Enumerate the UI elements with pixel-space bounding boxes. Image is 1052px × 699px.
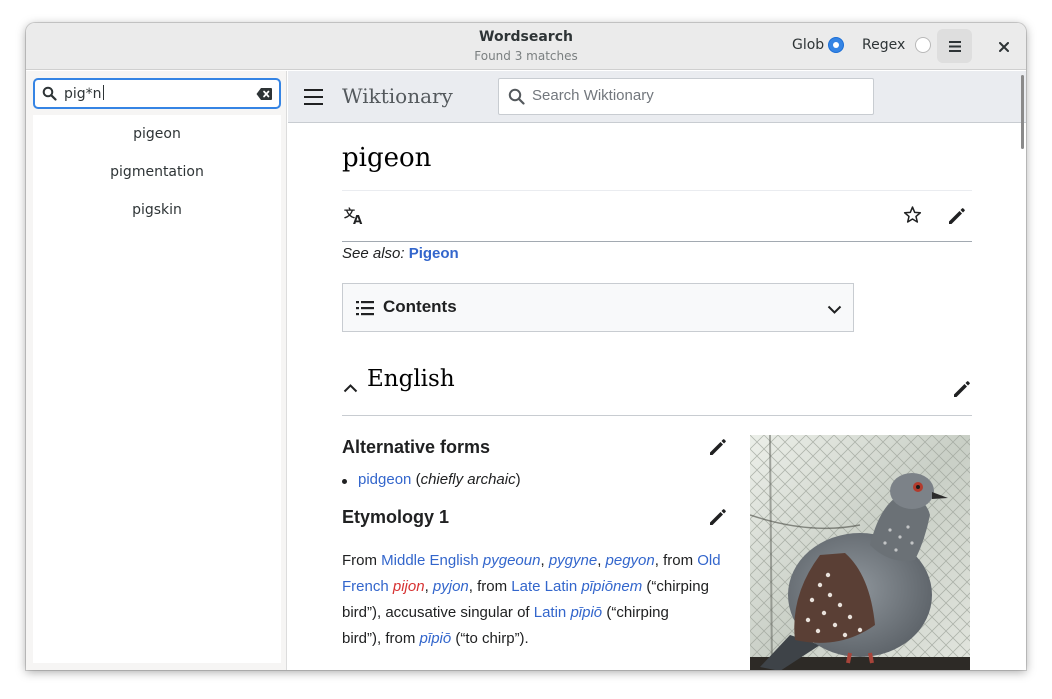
text: , from [654,552,698,569]
pipionem-link[interactable]: pīpiōnem [581,578,642,595]
section-english-heading: English [367,366,455,392]
text: , from [468,578,512,595]
latin-link[interactable]: Latin [534,604,567,621]
wiki-menu-icon[interactable] [304,89,324,109]
close-button[interactable] [989,29,1019,63]
word: pygyne [548,552,598,569]
usage-note: chiefly archaic [420,471,516,488]
list-icon [356,300,374,321]
pipio-link[interactable]: pīpiō [570,604,602,621]
text-caret [102,85,104,100]
see-also: See also: Pigeon [342,245,459,262]
text: , [424,578,433,595]
pygeoun-link[interactable]: pygeoun [483,552,541,569]
wiktionary-logo[interactable]: Wiktionary [342,84,453,108]
chevron-up-icon [343,380,358,398]
pigeon-photo[interactable] [750,435,970,670]
glob-label: Glob [792,37,825,53]
search-text: pig*n [64,85,104,102]
see-also-link[interactable]: Pigeon [409,245,459,262]
text-line: bird”), accusative singular of Latin pīp… [342,600,734,626]
list-item: pidgeon (chiefly archaic) [358,471,521,488]
page-title: pigeon [342,143,432,173]
pyjon-link[interactable]: pyjon [433,578,469,595]
text-line: From Middle English pygeoun, pygyne, peg… [342,548,734,574]
paren: ) [515,471,521,488]
bullet [342,479,347,484]
edit-pencil-icon[interactable] [947,206,967,231]
word-search-input[interactable]: pig*n [33,78,281,109]
edit-pencil-icon[interactable] [708,507,728,532]
search-value: pig*n [64,86,102,102]
text-line: French pijon, pyjon, from Late Latin pīp… [342,574,734,600]
wiktionary-header: Wiktionary [288,71,1026,123]
glob-radio[interactable] [828,37,845,53]
old-french-link-part2[interactable]: French [342,578,389,595]
wiktionary-search-box[interactable] [498,78,874,115]
word: pīpiōnem [581,578,643,595]
text: , [597,552,606,569]
regex-radio-option[interactable]: Regex [862,37,932,53]
watch-star-icon[interactable] [902,205,923,230]
glob-radio-option[interactable]: Glob [792,37,845,53]
table-of-contents[interactable]: Contents [342,283,854,332]
wiktionary-webview: Wiktionary pigeon 文 A [288,71,1026,670]
etymology-heading: Etymology 1 [342,507,450,527]
word: pygeoun [482,552,541,569]
text: (“to chirp”). [451,630,529,647]
search-icon [42,86,57,105]
app-window: Wordsearch Found 3 matches Glob Regex pi… [26,23,1026,670]
see-also-prefix: See also: [342,245,405,262]
result-item[interactable]: pigskin [33,191,281,229]
pegyon-link[interactable]: pegyon [606,552,655,569]
language-icon[interactable]: 文 A [344,206,366,230]
text: bird”), from [342,630,420,647]
pygyne-link[interactable]: pygyne [549,552,597,569]
alternative-forms-heading: Alternative forms [342,437,491,457]
result-item[interactable]: pigmentation [33,153,281,191]
text-line: bird”), from pīpiō (“to chirp”). [342,626,734,652]
results-list: pigeon pigmentation pigskin [33,115,281,663]
middle-english-link[interactable]: Middle English [381,552,479,569]
clear-search-icon[interactable] [256,86,273,105]
word: pegyon [605,552,655,569]
pipio-verb-link[interactable]: pīpiō [420,630,452,647]
text: (“chirping [642,578,709,595]
word: pijon [392,578,425,595]
pidgeon-link[interactable]: pidgeon [358,471,411,488]
main-menu-button[interactable] [937,29,972,63]
word: pyjon [432,578,469,595]
result-item[interactable]: pigeon [33,115,281,153]
text: From [342,552,382,569]
scrollbar[interactable] [1021,75,1024,149]
late-latin-link[interactable]: Late Latin [511,578,577,595]
word: pīpiō [419,630,452,647]
edit-pencil-icon[interactable] [952,379,972,404]
section-english[interactable]: English [342,366,972,416]
pijon-redlink[interactable]: pijon [393,578,425,595]
close-icon [999,37,1009,56]
text: (“chirping [602,604,669,621]
svg-text:A: A [353,213,363,225]
etymology-text: From Middle English pygeoun, pygyne, peg… [342,548,734,652]
page-toolbar: 文 A [342,192,972,242]
header-bar: Wordsearch Found 3 matches Glob Regex [26,23,1026,70]
old-french-link-part1[interactable]: Old [697,552,720,569]
sidebar: pig*n pigeon pigmentation pigskin [26,71,287,670]
hamburger-menu-icon [948,37,961,56]
search-icon [508,88,525,109]
edit-pencil-icon[interactable] [708,437,728,462]
regex-radio[interactable] [915,37,932,53]
word: pīpiō [570,604,603,621]
toc-label: Contents [383,297,457,316]
divider [342,190,972,191]
wiktionary-search-input[interactable] [532,87,862,104]
text: , [540,552,549,569]
chevron-down-icon [827,302,842,320]
text: bird”), accusative singular of [342,604,534,621]
regex-label: Regex [862,37,906,53]
